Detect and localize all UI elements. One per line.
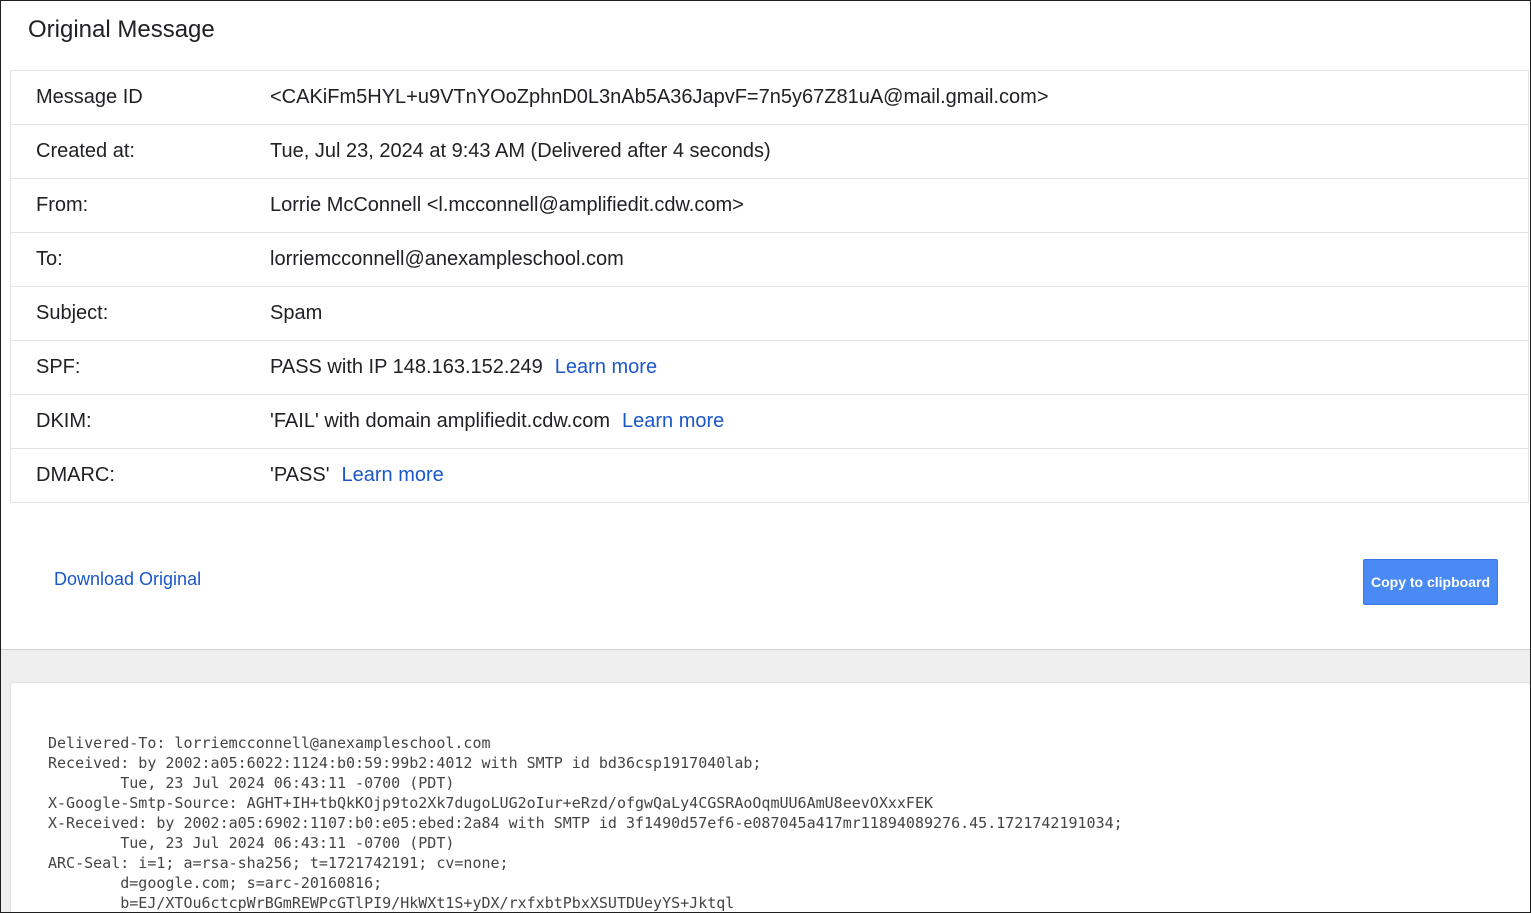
- row-dkim: DKIM: 'FAIL' with domain amplifiedit.cdw…: [10, 394, 1529, 449]
- raw-line: Tue, 23 Jul 2024 06:43:11 -0700 (PDT): [48, 774, 455, 792]
- dmarc-value: 'PASS': [270, 464, 330, 486]
- download-original-link[interactable]: Download Original: [54, 569, 201, 590]
- to-value: lorriemcconnell@anexampleschool.com: [270, 232, 1529, 287]
- row-created-at: Created at: Tue, Jul 23, 2024 at 9:43 AM…: [10, 124, 1529, 179]
- from-label: From:: [10, 178, 270, 233]
- raw-line: b=EJ/XTOu6ctcpWrBGmREWPcGTlPI9/HkWXt1S+y…: [48, 894, 735, 912]
- raw-line: X-Google-Smtp-Source: AGHT+IH+tbQkKOjp9t…: [48, 794, 934, 812]
- raw-line: d=google.com; s=arc-20160816;: [48, 874, 383, 892]
- raw-message-card[interactable]: Delivered-To: lorriemcconnell@anexamples…: [10, 682, 1530, 912]
- row-message-id: Message ID <CAKiFm5HYL+u9VTnYOoZphnD0L3n…: [10, 70, 1529, 125]
- raw-message-text: Delivered-To: lorriemcconnell@anexamples…: [48, 733, 1123, 912]
- spf-learn-more-link[interactable]: Learn more: [555, 356, 657, 378]
- dmarc-cell: 'PASS' Learn more: [270, 449, 1529, 503]
- dmarc-learn-more-link[interactable]: Learn more: [342, 464, 444, 486]
- row-dmarc: DMARC: 'PASS' Learn more: [11, 449, 1529, 503]
- page-title: Original Message: [28, 16, 215, 43]
- from-value: Lorrie McConnell <l.mcconnell@amplifiedi…: [270, 178, 1529, 233]
- raw-line: Tue, 23 Jul 2024 06:43:11 -0700 (PDT): [48, 834, 455, 852]
- spf-value: PASS with IP 148.163.152.249: [270, 356, 543, 378]
- copy-to-clipboard-button[interactable]: Copy to clipboard: [1363, 559, 1498, 605]
- row-spf: SPF: PASS with IP 148.163.152.249 Learn m…: [10, 340, 1529, 395]
- subject-label: Subject:: [10, 286, 270, 341]
- dkim-value: 'FAIL' with domain amplifiedit.cdw.com: [270, 410, 610, 432]
- message-id-value: <CAKiFm5HYL+u9VTnYOoZphnD0L3nAb5A36JapvF…: [270, 70, 1529, 125]
- created-at-label: Created at:: [10, 124, 270, 179]
- raw-line: Delivered-To: lorriemcconnell@anexamples…: [48, 734, 491, 752]
- message-details-table: Message ID <CAKiFm5HYL+u9VTnYOoZphnD0L3n…: [10, 70, 1529, 503]
- raw-line: ARC-Seal: i=1; a=rsa-sha256; t=172174219…: [48, 854, 509, 872]
- raw-line: Received: by 2002:a05:6022:1124:b0:59:99…: [48, 754, 762, 772]
- to-label: To:: [10, 232, 270, 287]
- dkim-label: DKIM:: [10, 394, 270, 449]
- raw-line: X-Received: by 2002:a05:6902:1107:b0:e05…: [48, 814, 1123, 832]
- created-at-value: Tue, Jul 23, 2024 at 9:43 AM (Delivered …: [270, 124, 1529, 179]
- original-message-page: Original Message Message ID <CAKiFm5HYL+…: [0, 0, 1531, 913]
- raw-message-section: Delivered-To: lorriemcconnell@anexamples…: [1, 649, 1530, 912]
- row-subject: Subject: Spam: [10, 286, 1529, 341]
- dmarc-label: DMARC:: [36, 464, 115, 486]
- subject-value: Spam: [270, 286, 1529, 341]
- message-id-label: Message ID: [10, 70, 270, 125]
- spf-label: SPF:: [10, 340, 270, 395]
- row-from: From: Lorrie McConnell <l.mcconnell@ampl…: [10, 178, 1529, 233]
- dkim-cell: 'FAIL' with domain amplifiedit.cdw.com Le…: [270, 394, 1529, 449]
- dkim-learn-more-link[interactable]: Learn more: [622, 410, 724, 432]
- row-to: To: lorriemcconnell@anexampleschool.com: [10, 232, 1529, 287]
- spf-cell: PASS with IP 148.163.152.249 Learn more: [270, 340, 1529, 395]
